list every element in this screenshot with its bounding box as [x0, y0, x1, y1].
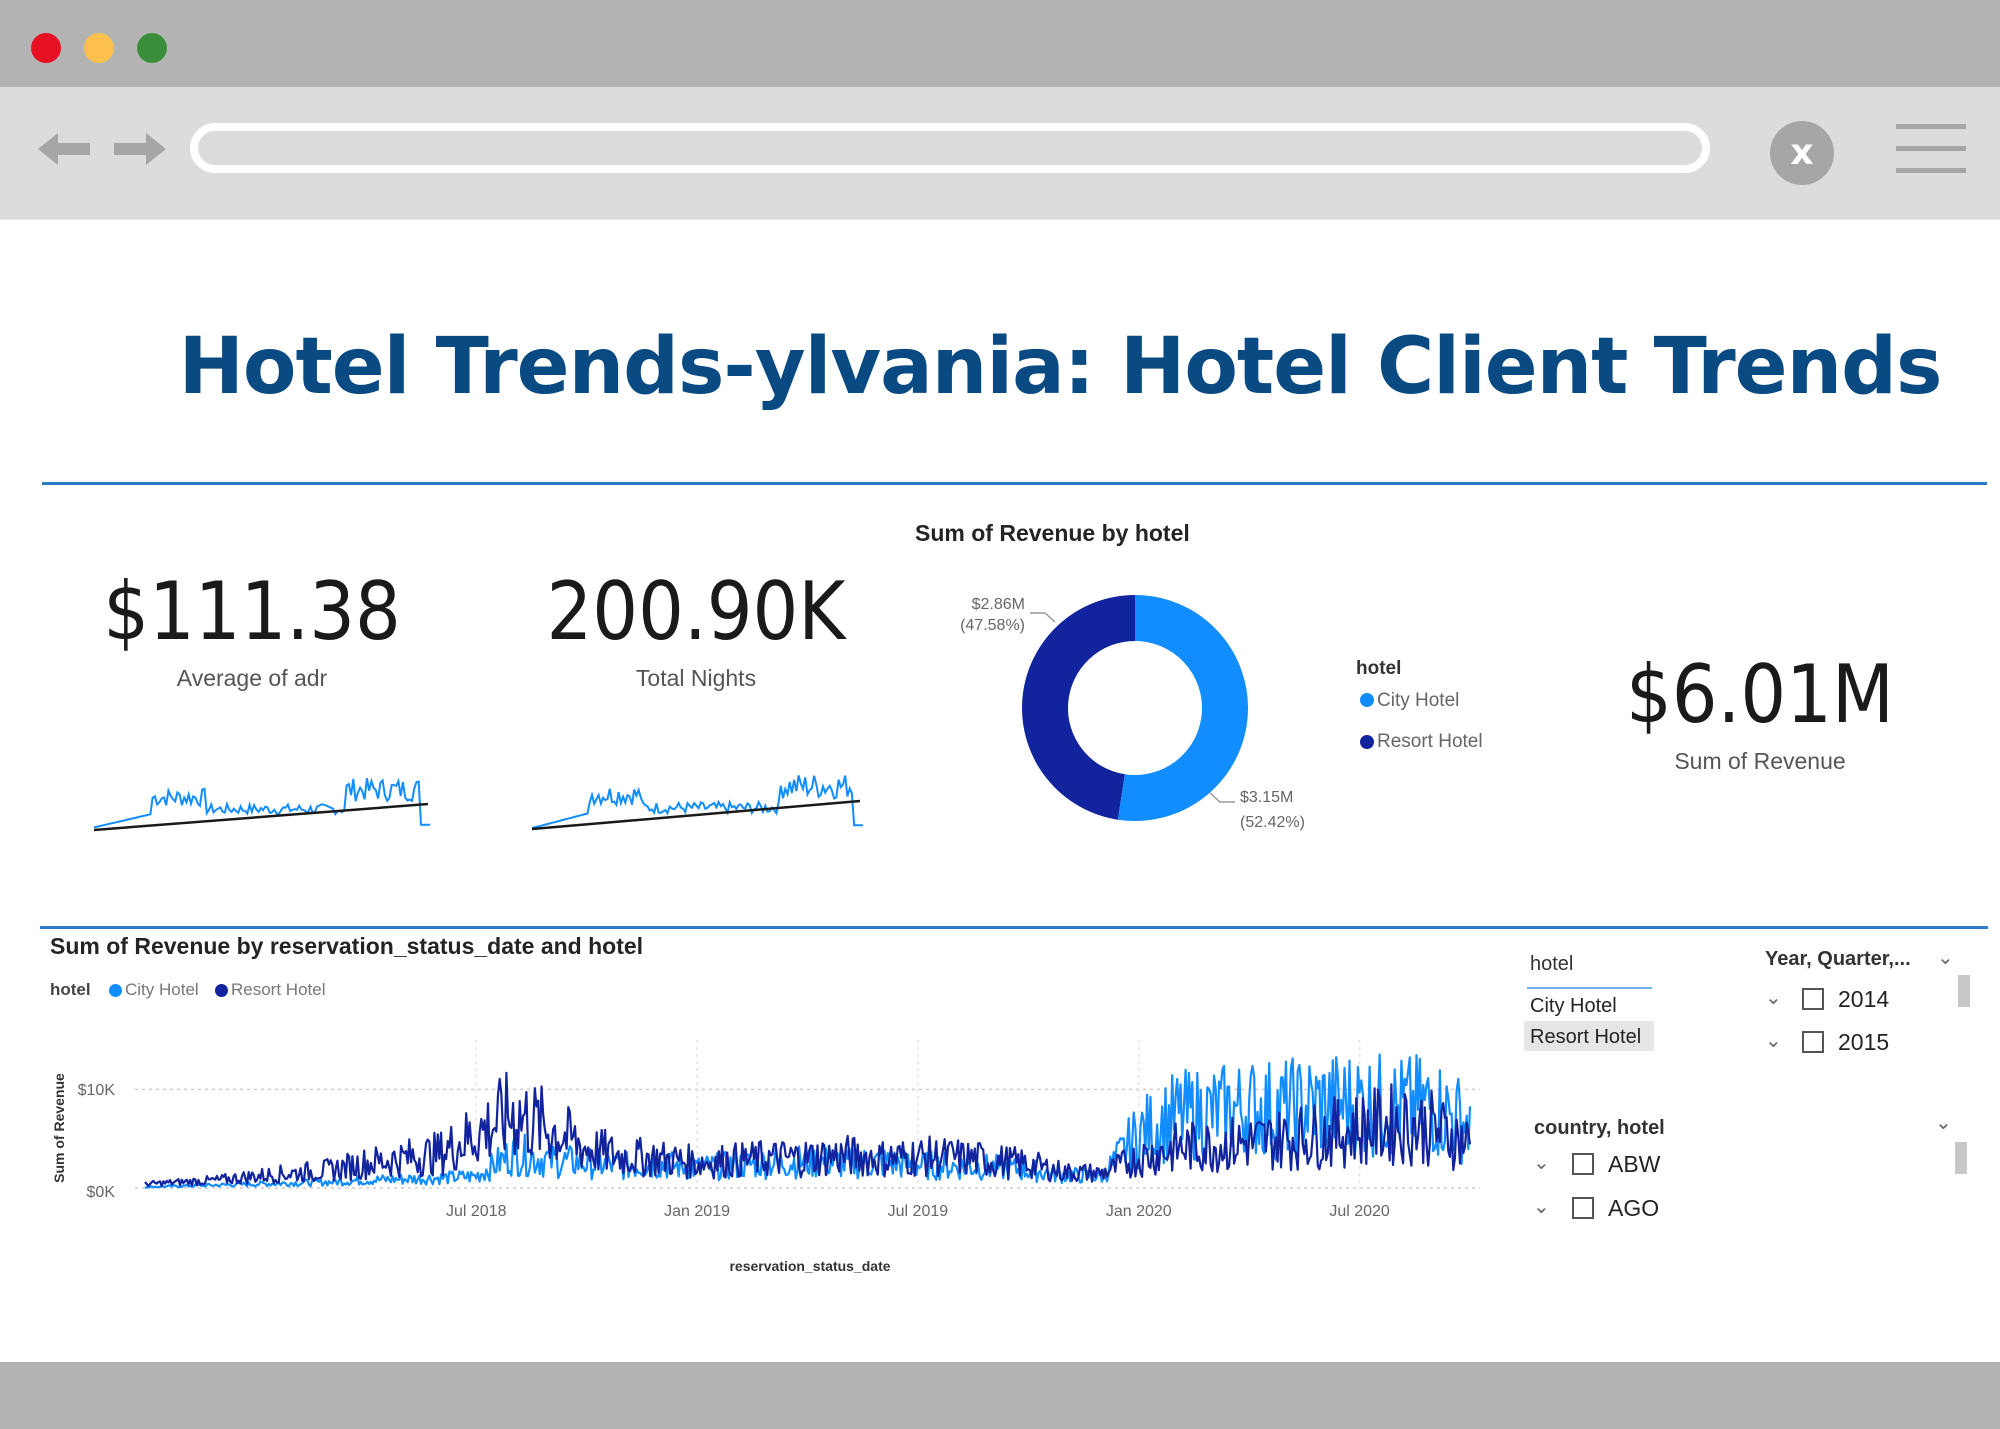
date-2014-checkbox[interactable]	[1802, 988, 1824, 1010]
window-titlebar	[0, 0, 2000, 87]
spark1-line	[93, 777, 430, 829]
date-2015-expand-chevron-icon[interactable]: ⌄	[1765, 1028, 1782, 1052]
spark2-line	[531, 775, 863, 830]
date-slicer-header: Year, Quarter,...	[1765, 948, 1911, 970]
y-axis-title: Sum of Revenue	[51, 1073, 67, 1183]
donut-legend-city: City Hotel	[1377, 690, 1460, 711]
x-tick-label-3: Jan 2020	[1106, 1203, 1172, 1220]
page-title: Hotel Trends-ylvania: Hotel Client Trend…	[178, 322, 1943, 412]
donut-label-resort-pct: (47.58%)	[960, 617, 1025, 634]
date-slicer-scrollbar[interactable]	[1958, 975, 1970, 1007]
back-arrow-icon[interactable]	[36, 127, 92, 171]
line-chart-title: Sum of Revenue by reservation_status_dat…	[50, 933, 644, 959]
line-legend-resort-marker	[215, 984, 228, 997]
browser-toolbar: x	[0, 87, 2000, 220]
header-divider	[42, 482, 1987, 485]
line-legend-resort: Resort Hotel	[231, 980, 326, 999]
date-slicer-dropdown-chevron-icon[interactable]: ⌄	[1937, 945, 1954, 969]
address-bar[interactable]	[190, 123, 1710, 173]
donut-label-city-value: $3.15M	[1240, 789, 1293, 806]
hotel-slicer-header: hotel	[1530, 953, 1574, 975]
donut-chart: $2.86M (47.58%) $3.15M (52.42%)	[960, 595, 1305, 831]
donut-slice-resort-hotel	[1022, 595, 1136, 820]
country-ago-expand-chevron-icon[interactable]: ⌄	[1533, 1194, 1550, 1218]
legend-resort-marker	[1360, 735, 1374, 749]
hamburger-menu-icon[interactable]	[1896, 124, 1966, 174]
nights-sparkline	[531, 775, 863, 831]
kpi-adr-label: Average of adr	[176, 665, 328, 691]
legend-city-marker	[1360, 693, 1374, 707]
donut-slice-city-hotel	[1117, 595, 1248, 821]
date-2015-checkbox[interactable]	[1802, 1031, 1824, 1053]
close-tab-button[interactable]: x	[1770, 121, 1834, 185]
donut-label-city-pct: (52.42%)	[1240, 814, 1305, 831]
country-slicer-item-abw: ABW	[1608, 1151, 1661, 1177]
line-legend-city: City Hotel	[125, 980, 199, 999]
section-divider	[40, 926, 1988, 929]
donut-legend-resort: Resort Hotel	[1377, 731, 1483, 752]
country-slicer-dropdown-chevron-icon[interactable]: ⌄	[1935, 1110, 1952, 1134]
revenue-line-chart: Sum of Revenue $0K $10K reservation_stat…	[51, 1040, 1480, 1274]
x-axis-title: reservation_status_date	[729, 1258, 890, 1274]
kpi-nights-value: 200.90K	[546, 565, 846, 658]
kpi-nights-label: Total Nights	[635, 665, 757, 691]
date-slicer-item-2015: 2015	[1838, 1029, 1890, 1055]
window-close-dot[interactable]	[31, 33, 61, 63]
donut-label-resort-value: $2.86M	[972, 596, 1025, 613]
kpi-revenue-value: $6.01M	[1625, 648, 1895, 741]
date-2014-expand-chevron-icon[interactable]: ⌄	[1765, 985, 1782, 1009]
donut-legend-title: hotel	[1356, 658, 1402, 679]
forward-arrow-icon[interactable]	[112, 127, 168, 171]
hotel-slicer-underline	[1527, 987, 1652, 989]
date-slicer-item-2014: 2014	[1838, 986, 1890, 1012]
country-slicer-item-ago: AGO	[1608, 1195, 1660, 1221]
y-tick-0: $0K	[87, 1184, 116, 1201]
y-tick-10k: $10K	[78, 1082, 116, 1099]
country-ago-checkbox[interactable]	[1572, 1197, 1594, 1219]
adr-sparkline-series	[93, 777, 430, 829]
window-maximize-dot[interactable]	[137, 33, 167, 63]
country-slicer-scrollbar[interactable]	[1955, 1142, 1967, 1174]
donut-leader-resort	[1030, 612, 1056, 623]
country-slicer-header: country, hotel	[1534, 1117, 1665, 1139]
x-tick-label-1: Jan 2019	[664, 1203, 730, 1220]
hotel-slicer-item-city[interactable]: City Hotel	[1530, 995, 1617, 1018]
adr-sparkline	[93, 777, 430, 832]
x-tick-label-2: Jul 2019	[888, 1203, 949, 1220]
nights-sparkline-series	[531, 775, 863, 830]
x-tick-label-0: Jul 2018	[446, 1203, 507, 1220]
x-tick-label-4: Jul 2020	[1329, 1203, 1390, 1220]
country-abw-checkbox[interactable]	[1572, 1153, 1594, 1175]
kpi-revenue-label: Sum of Revenue	[1674, 748, 1846, 774]
hotel-slicer-item-resort[interactable]: Resort Hotel	[1530, 1026, 1641, 1049]
country-abw-expand-chevron-icon[interactable]: ⌄	[1533, 1150, 1550, 1174]
line-legend-title: hotel	[50, 980, 91, 999]
window-minimize-dot[interactable]	[84, 33, 114, 63]
donut-leader-city	[1209, 792, 1235, 803]
donut-title: Sum of Revenue by hotel	[915, 520, 1190, 546]
window-footer	[0, 1362, 2000, 1429]
line-legend-city-marker	[109, 984, 122, 997]
kpi-adr-value: $111.38	[103, 565, 401, 658]
